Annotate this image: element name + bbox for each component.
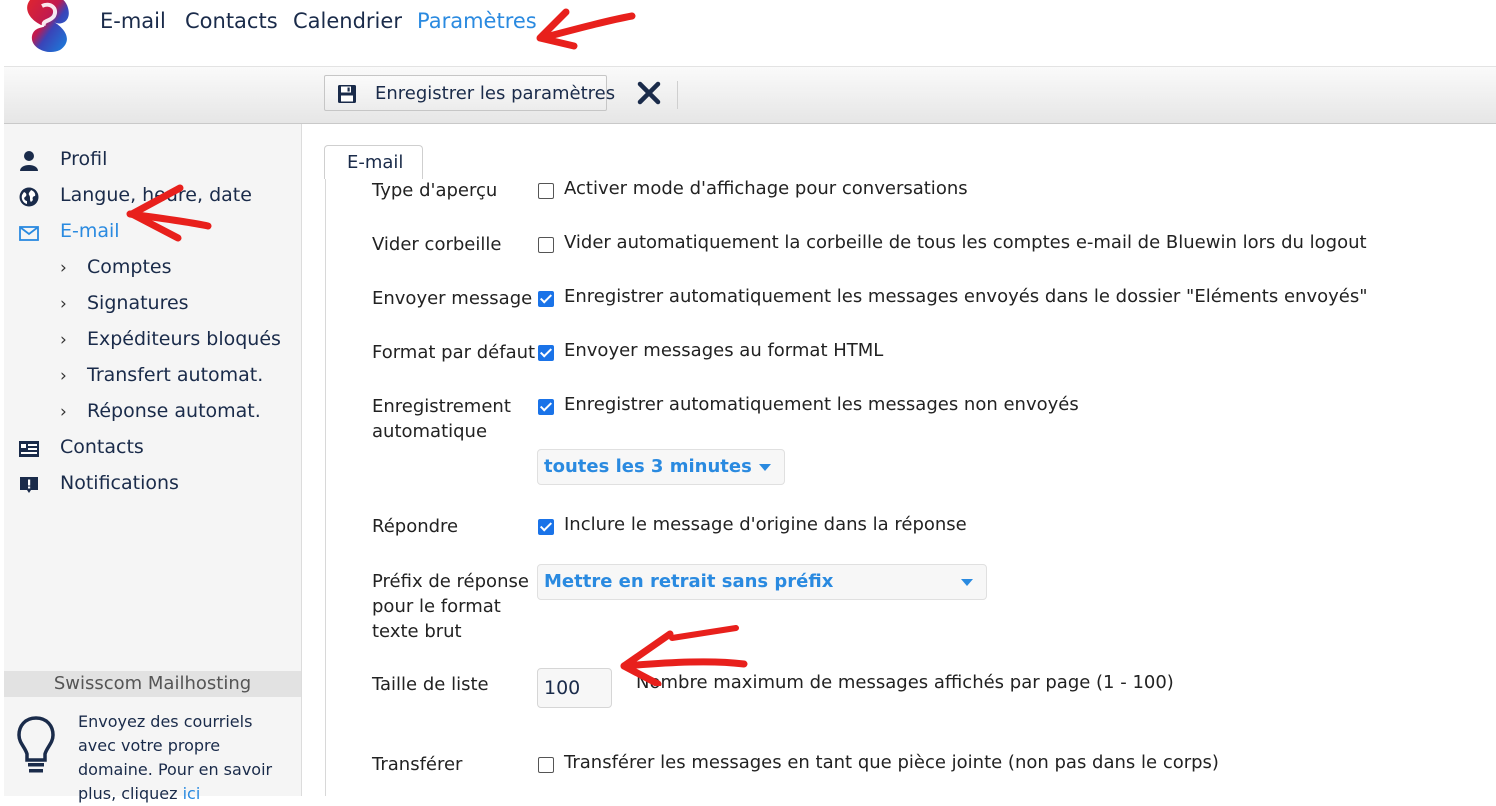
sidebar-subitem-label: Transfert automat. xyxy=(87,364,264,386)
empty-trash-option: Vider automatiquement la corbeille de to… xyxy=(564,232,1367,253)
sidebar-subitem-label: Signatures xyxy=(87,292,189,314)
contact-card-icon xyxy=(18,438,40,460)
swisscom-logo[interactable] xyxy=(20,0,80,54)
notification-icon xyxy=(18,474,40,496)
reply-checkbox[interactable] xyxy=(538,519,554,535)
sidebar-item-notifications[interactable]: Notifications xyxy=(4,470,301,500)
save-settings-label: Enregistrer les paramètres xyxy=(375,83,616,104)
reply-prefix-label: Préfix de réponse pour le format texte b… xyxy=(372,569,529,644)
chevron-right-icon: › xyxy=(60,294,67,314)
settings-sidebar: Profil Langue, heure, date E-mail › Comp… xyxy=(4,124,302,803)
sidebar-item-email[interactable]: E-mail xyxy=(4,218,301,248)
lightbulb-icon xyxy=(16,714,56,778)
sidebar-item-contacts[interactable]: Contacts xyxy=(4,434,301,464)
sidebar-subitem-label: Expéditeurs bloqués xyxy=(87,328,281,350)
default-format-checkbox[interactable] xyxy=(538,345,554,361)
promo-link[interactable]: ici xyxy=(183,784,201,803)
preview-type-checkbox[interactable] xyxy=(538,183,554,199)
sidebar-subitem-label: Comptes xyxy=(87,256,172,278)
chevron-down-icon xyxy=(961,579,973,586)
top-navigation: E-mail Contacts Calendrier Paramètres xyxy=(0,0,1496,62)
save-settings-button[interactable]: Enregistrer les paramètres xyxy=(324,75,615,111)
autosave-label: Enregistrement automatique xyxy=(372,394,511,444)
list-size-input[interactable]: 100 xyxy=(537,668,612,708)
send-message-option: Enregistrer automatiquement les messages… xyxy=(564,286,1368,307)
content-left-border xyxy=(325,165,326,796)
promo-text: Envoyez des courriels avec votre propre … xyxy=(78,710,288,806)
list-size-value: 100 xyxy=(544,677,581,699)
sidebar-subitem-auto-reply[interactable]: › Réponse automat. xyxy=(4,398,301,428)
chevron-right-icon: › xyxy=(60,330,67,350)
envelope-icon xyxy=(18,222,40,244)
sidebar-item-language[interactable]: Langue, heure, date xyxy=(4,182,301,212)
nav-settings[interactable]: Paramètres xyxy=(417,9,537,33)
sidebar-item-profile[interactable]: Profil xyxy=(4,146,301,176)
toolbar-divider xyxy=(677,81,678,109)
promo-text-body: Envoyez des courriels avec votre propre … xyxy=(78,712,273,803)
preview-type-label: Type d'aperçu xyxy=(372,180,498,201)
preview-type-option: Activer mode d'affichage pour conversati… xyxy=(564,178,968,199)
sidebar-subitem-blocked-senders[interactable]: › Expéditeurs bloqués xyxy=(4,326,301,356)
globe-icon xyxy=(18,186,40,208)
tab-email-label: E-mail xyxy=(347,152,404,173)
send-message-label: Envoyer message xyxy=(372,288,533,309)
autosave-interval-select[interactable]: toutes les 3 minutes xyxy=(537,449,785,485)
default-format-option: Envoyer messages au format HTML xyxy=(564,340,884,361)
nav-email[interactable]: E-mail xyxy=(100,9,166,33)
forward-checkbox[interactable] xyxy=(538,757,554,773)
sidebar-item-label: Contacts xyxy=(60,436,144,458)
reply-prefix-label-line3: texte brut xyxy=(372,621,462,642)
list-size-label: Taille de liste xyxy=(372,674,489,695)
user-icon xyxy=(18,150,40,172)
chevron-down-icon xyxy=(759,464,771,471)
sidebar-item-label: Profil xyxy=(60,148,108,170)
list-size-hint: Nombre maximum de messages affichés par … xyxy=(636,672,1174,693)
sidebar-item-label: Notifications xyxy=(60,472,179,494)
chevron-right-icon: › xyxy=(60,258,67,278)
empty-trash-checkbox[interactable] xyxy=(538,237,554,253)
nav-calendar[interactable]: Calendrier xyxy=(293,9,402,33)
reply-prefix-label-line2: pour le format xyxy=(372,596,501,617)
forward-option: Transférer les messages en tant que pièc… xyxy=(564,752,1219,773)
close-icon[interactable] xyxy=(636,80,662,106)
sidebar-item-label: Langue, heure, date xyxy=(60,184,252,206)
nav-contacts[interactable]: Contacts xyxy=(185,9,278,33)
empty-trash-label: Vider corbeille xyxy=(372,234,502,255)
reply-label: Répondre xyxy=(372,516,459,537)
sidebar-subitem-auto-forward[interactable]: › Transfert automat. xyxy=(4,362,301,392)
send-message-checkbox[interactable] xyxy=(538,291,554,307)
autosave-interval-value: toutes les 3 minutes xyxy=(544,456,752,477)
autosave-checkbox[interactable] xyxy=(538,399,554,415)
autosave-label-line1: Enregistrement xyxy=(372,396,511,417)
promo-title: Swisscom Mailhosting xyxy=(4,671,301,697)
sidebar-item-label: E-mail xyxy=(60,220,120,242)
chevron-right-icon: › xyxy=(60,366,67,386)
sidebar-subitem-label: Réponse automat. xyxy=(87,400,261,422)
reply-prefix-select[interactable]: Mettre en retrait sans préfix xyxy=(537,564,987,600)
default-format-label: Format par défaut xyxy=(372,342,536,363)
sidebar-subitem-accounts[interactable]: › Comptes xyxy=(4,254,301,284)
tab-email[interactable]: E-mail xyxy=(324,145,423,179)
forward-label: Transférer xyxy=(372,754,463,775)
reply-prefix-value: Mettre en retrait sans préfix xyxy=(544,571,834,592)
reply-option: Inclure le message d'origine dans la rép… xyxy=(564,514,967,535)
sidebar-subitem-signatures[interactable]: › Signatures xyxy=(4,290,301,320)
autosave-label-line2: automatique xyxy=(372,421,488,442)
floppy-disk-icon xyxy=(337,84,357,108)
reply-prefix-label-line1: Préfix de réponse xyxy=(372,571,529,592)
autosave-option: Enregistrer automatiquement les messages… xyxy=(564,394,1079,415)
chevron-right-icon: › xyxy=(60,402,67,422)
settings-toolbar: Enregistrer les paramètres xyxy=(4,66,1496,124)
